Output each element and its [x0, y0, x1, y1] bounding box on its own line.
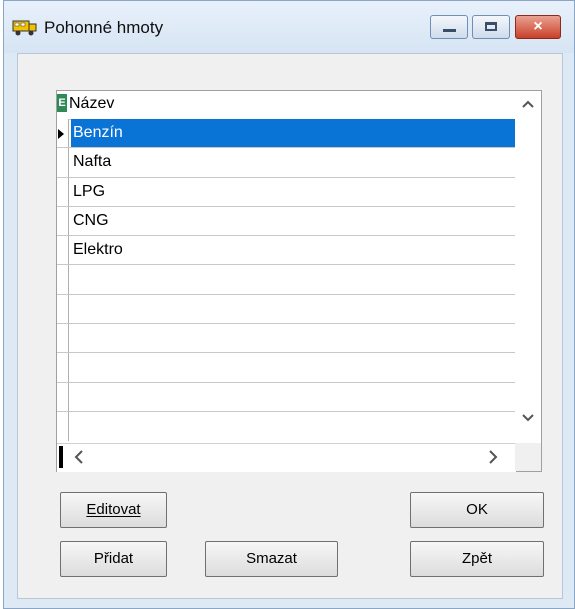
row-cell[interactable]	[71, 353, 516, 381]
row-cell[interactable]: Benzín	[71, 119, 516, 148]
edit-button-label: Editovat	[86, 501, 141, 518]
row-cell[interactable]	[71, 295, 516, 323]
row-cell[interactable]: LPG	[71, 178, 516, 206]
chevron-down-icon[interactable]	[519, 409, 537, 427]
header-indicator: E	[57, 94, 67, 112]
grid-rows: Benzín Nafta LPG CNG Elektro	[57, 119, 516, 442]
minimize-icon	[443, 29, 456, 32]
ok-button[interactable]: OK	[410, 492, 544, 528]
minimize-button[interactable]	[430, 15, 468, 39]
row-indicator	[57, 353, 69, 382]
row-indicator	[57, 119, 69, 148]
scrollbar-corner	[515, 443, 541, 471]
table-row[interactable]: LPG	[57, 177, 516, 207]
row-indicator	[57, 236, 69, 265]
row-indicator	[57, 294, 69, 324]
close-icon: ×	[533, 18, 543, 35]
row-cell[interactable]	[71, 412, 516, 441]
table-row[interactable]	[57, 411, 516, 442]
close-button[interactable]: ×	[515, 15, 561, 39]
delete-button[interactable]: Smazat	[205, 541, 338, 577]
row-cell[interactable]	[71, 383, 516, 411]
add-button-label: Přidat	[93, 550, 134, 567]
horizontal-scrollbar[interactable]	[57, 443, 516, 472]
row-cell[interactable]: CNG	[71, 207, 516, 235]
row-indicator	[57, 206, 69, 236]
chevron-right-icon[interactable]	[485, 447, 501, 467]
chevron-left-icon[interactable]	[71, 447, 87, 467]
vertical-scrollbar[interactable]	[515, 91, 541, 443]
table-row[interactable]	[57, 265, 516, 295]
row-cell[interactable]	[71, 265, 516, 293]
table-row[interactable]	[57, 294, 516, 325]
table-row[interactable]: CNG	[57, 206, 516, 237]
row-indicator	[57, 411, 69, 442]
row-indicator	[57, 265, 69, 294]
fuel-grid[interactable]: E Název Benzín Nafta LPG CNG Elektro	[56, 90, 542, 472]
ok-button-label: OK	[466, 501, 488, 518]
edit-button[interactable]: Editovat	[60, 492, 167, 528]
table-row[interactable]	[57, 382, 516, 412]
delete-button-label: Smazat	[246, 550, 297, 567]
truck-icon	[12, 20, 37, 36]
maximize-icon	[485, 22, 497, 31]
scroll-position-marker	[59, 446, 63, 468]
title-bar[interactable]: Pohonné hmoty ×	[4, 1, 574, 53]
table-row[interactable]: Elektro	[57, 236, 516, 266]
window: Pohonné hmoty × E Název Benzín Nafta LPG…	[3, 0, 575, 609]
back-button[interactable]: Zpět	[410, 541, 544, 577]
add-button[interactable]: Přidat	[60, 541, 167, 577]
table-row[interactable]: Benzín	[57, 119, 516, 149]
row-cell[interactable]: Elektro	[71, 236, 516, 264]
column-header-nazev[interactable]: Název	[69, 95, 114, 113]
current-row-pointer-icon	[58, 129, 64, 139]
grid-header: E Název	[57, 91, 516, 120]
table-row[interactable]	[57, 353, 516, 383]
row-indicator	[57, 382, 69, 411]
row-indicator	[57, 177, 69, 206]
window-title: Pohonné hmoty	[44, 18, 164, 37]
row-cell[interactable]: Nafta	[71, 148, 516, 176]
row-cell[interactable]	[71, 324, 516, 352]
chevron-up-icon[interactable]	[519, 95, 537, 113]
row-indicator	[57, 148, 69, 177]
dialog-body: E Název Benzín Nafta LPG CNG Elektro Edi…	[17, 53, 563, 599]
back-button-label: Zpět	[461, 550, 492, 567]
table-row[interactable]: Nafta	[57, 148, 516, 178]
maximize-button[interactable]	[472, 15, 510, 39]
table-row[interactable]	[57, 324, 516, 354]
row-indicator	[57, 324, 69, 353]
